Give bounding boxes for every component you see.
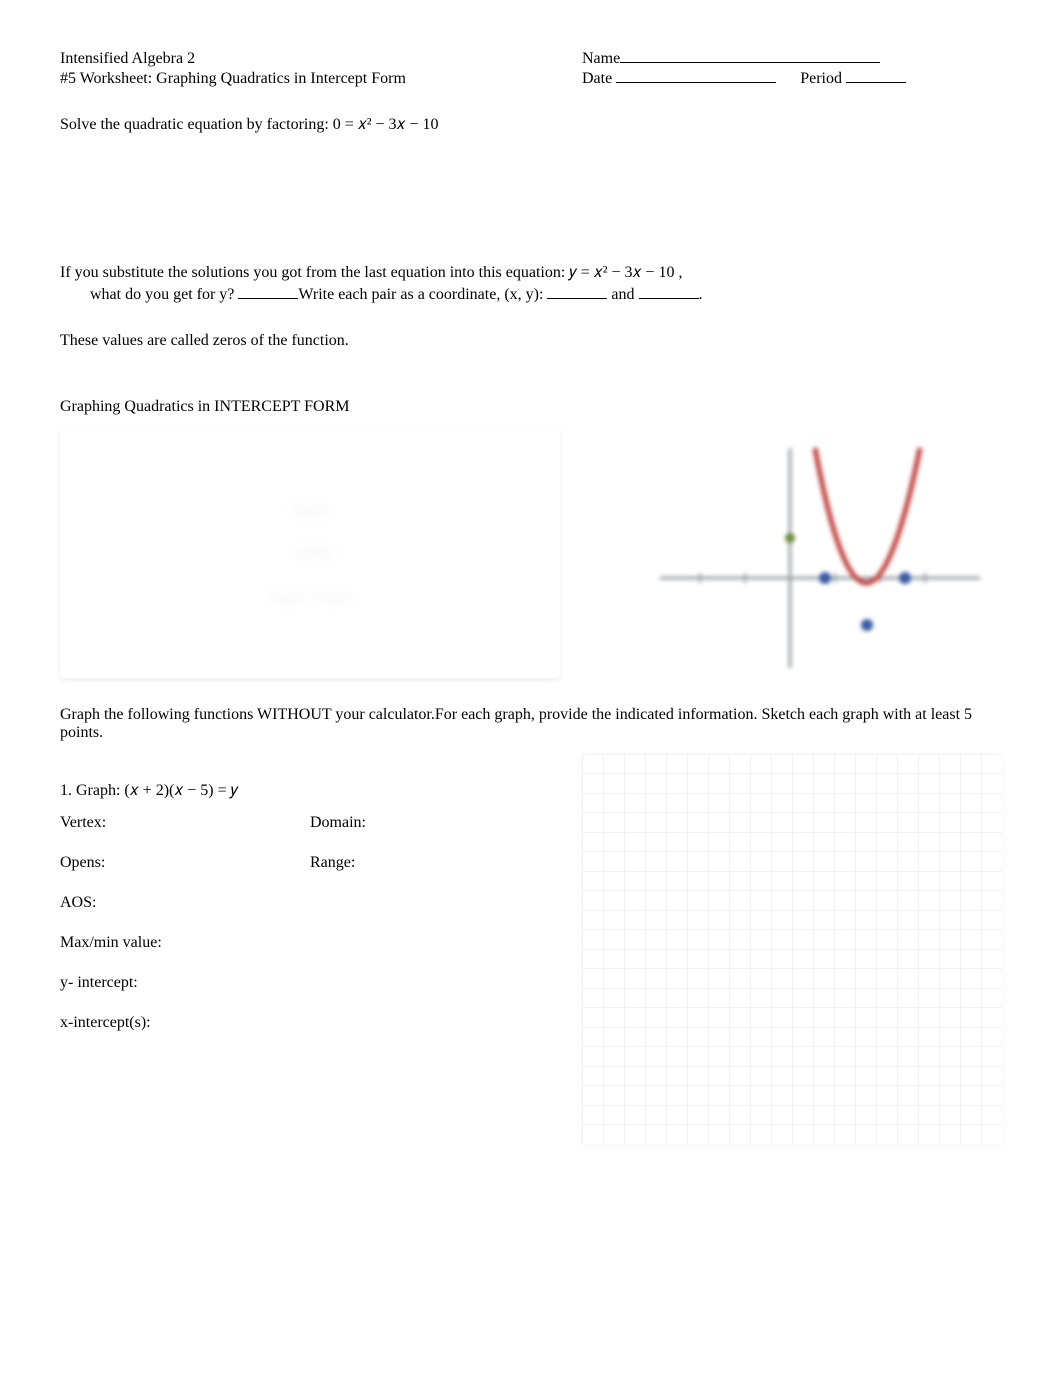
q1-vertex-label: Vertex: <box>60 814 310 832</box>
q1-aos-label: AOS: <box>60 894 310 912</box>
date-blank[interactable] <box>616 82 776 83</box>
header-row-2: #5 Worksheet: Graphing Quadratics in Int… <box>60 70 1002 88</box>
coord2-blank[interactable] <box>639 298 699 299</box>
intercept-form-box: —— —— —— —— <box>60 428 560 678</box>
blurred-formula-content: —— —— —— —— <box>270 488 351 618</box>
course-title: Intensified Algebra 2 <box>60 50 582 68</box>
q1-yint-label: y- intercept: <box>60 974 310 992</box>
y-value-blank[interactable] <box>238 298 298 299</box>
date-period-area: Date Period <box>582 70 1002 88</box>
end-period: . <box>699 286 703 303</box>
question-1: 1. Graph: (𝑥 + 2)(𝑥 − 5) = 𝑦 Vertex: Dom… <box>60 754 1002 1144</box>
write-pair-text: Write each pair as a coordinate, (x, y): <box>298 286 547 303</box>
what-get-line: what do you get for y? Write each pair a… <box>90 286 1002 304</box>
substitute-text: If you substitute the solutions you got … <box>60 264 682 281</box>
q1-domain-label: Domain: <box>310 814 510 832</box>
example-parabola-graph <box>620 428 1000 678</box>
name-label: Name <box>582 50 620 67</box>
period-blank[interactable] <box>846 82 906 83</box>
name-blank[interactable] <box>620 62 880 63</box>
q1-prompt: 1. Graph: (𝑥 + 2)(𝑥 − 5) = 𝑦 <box>60 782 542 800</box>
q1-graph-grid[interactable] <box>582 754 1002 1144</box>
q1-maxmin-label: Max/min value: <box>60 934 310 952</box>
coord1-blank[interactable] <box>547 298 607 299</box>
solve-prompt: Solve the quadratic equation by factorin… <box>60 116 1002 134</box>
graph-instructions: Graph the following functions WITHOUT yo… <box>60 706 1002 742</box>
what-get-prefix: what do you get for y? <box>90 286 238 303</box>
q1-xint-label: x-intercept(s): <box>60 1014 310 1032</box>
period-label: Period <box>800 70 842 87</box>
figures-row: —— —— —— —— <box>60 428 1002 678</box>
worksheet-title: #5 Worksheet: Graphing Quadratics in Int… <box>60 70 582 88</box>
name-field-area: Name <box>582 50 1002 68</box>
substitute-line: If you substitute the solutions you got … <box>60 264 1002 282</box>
q1-properties: Vertex: Domain: Opens: Range: AOS: Max/m… <box>60 814 542 1032</box>
q1-opens-label: Opens: <box>60 854 310 872</box>
section-heading: Graphing Quadratics in INTERCEPT FORM <box>60 398 1002 416</box>
q1-range-label: Range: <box>310 854 510 872</box>
date-label: Date <box>582 70 612 87</box>
header-row-1: Intensified Algebra 2 Name <box>60 50 1002 68</box>
solve-prompt-text: Solve the quadratic equation by factorin… <box>60 116 439 133</box>
zeros-line: These values are called zeros of the fun… <box>60 332 1002 350</box>
and-text: and <box>607 286 638 303</box>
